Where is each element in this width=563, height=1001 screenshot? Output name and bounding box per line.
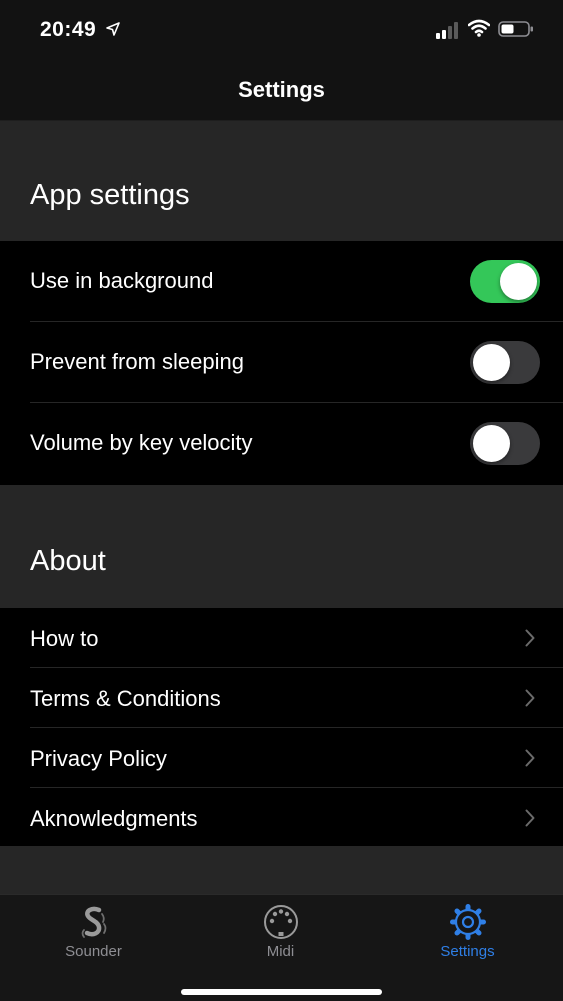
link-row-acknowledgments[interactable]: Aknowledgments — [0, 788, 563, 848]
status-time: 20:49 — [40, 18, 97, 41]
tab-label: Sounder — [65, 943, 122, 960]
section-header-about: About — [0, 485, 563, 608]
setting-label: Prevent from sleeping — [30, 349, 244, 374]
setting-row-volume-by-velocity: Volume by key velocity — [0, 403, 563, 484]
sounder-icon — [81, 906, 107, 938]
chevron-right-icon — [525, 809, 535, 827]
setting-row-prevent-sleeping: Prevent from sleeping — [0, 322, 563, 403]
midi-connector-icon — [264, 905, 298, 939]
tab-bar: Sounder Midi Settings — [0, 894, 563, 1001]
prevent-sleeping-toggle[interactable] — [470, 341, 540, 384]
chevron-right-icon — [525, 749, 535, 767]
setting-row-use-in-background: Use in background — [0, 241, 563, 322]
link-label: How to — [30, 626, 99, 651]
gear-icon — [450, 904, 486, 940]
location-arrow-icon — [106, 22, 120, 36]
section-title: App settings — [30, 179, 190, 211]
home-indicator[interactable] — [181, 989, 382, 995]
setting-label: Volume by key velocity — [30, 430, 253, 455]
about-group: How to Terms & Conditions Privacy Policy… — [0, 608, 563, 846]
wifi-icon — [468, 19, 490, 37]
chevron-right-icon — [525, 689, 535, 707]
tab-label: Settings — [440, 943, 495, 960]
tab-sounder[interactable]: Sounder — [0, 895, 187, 975]
page-title: Settings — [238, 77, 325, 102]
section-header-app-settings: App settings — [0, 121, 563, 241]
link-row-privacy-policy[interactable]: Privacy Policy — [0, 728, 563, 788]
battery-icon — [498, 21, 533, 37]
tab-midi[interactable]: Midi — [187, 895, 374, 975]
link-label: Aknowledgments — [30, 806, 198, 831]
link-row-how-to[interactable]: How to — [0, 608, 563, 668]
link-label: Terms & Conditions — [30, 686, 221, 711]
tab-settings[interactable]: Settings — [374, 895, 561, 975]
use-in-background-toggle[interactable] — [470, 260, 540, 303]
section-title: About — [30, 545, 106, 577]
status-bar: 20:49 — [0, 0, 563, 60]
cellular-signal-icon — [436, 22, 458, 39]
app-settings-group: Use in background Prevent from sleeping … — [0, 241, 563, 485]
setting-label: Use in background — [30, 268, 214, 293]
list-footer-space — [0, 846, 563, 894]
link-row-terms[interactable]: Terms & Conditions — [0, 668, 563, 728]
tab-label: Midi — [266, 943, 295, 960]
toggle-knob — [500, 263, 537, 300]
toggle-knob — [473, 425, 510, 462]
volume-by-velocity-toggle[interactable] — [470, 422, 540, 465]
link-label: Privacy Policy — [30, 746, 167, 771]
navigation-bar: Settings — [0, 60, 563, 121]
chevron-right-icon — [525, 629, 535, 647]
toggle-knob — [473, 344, 510, 381]
